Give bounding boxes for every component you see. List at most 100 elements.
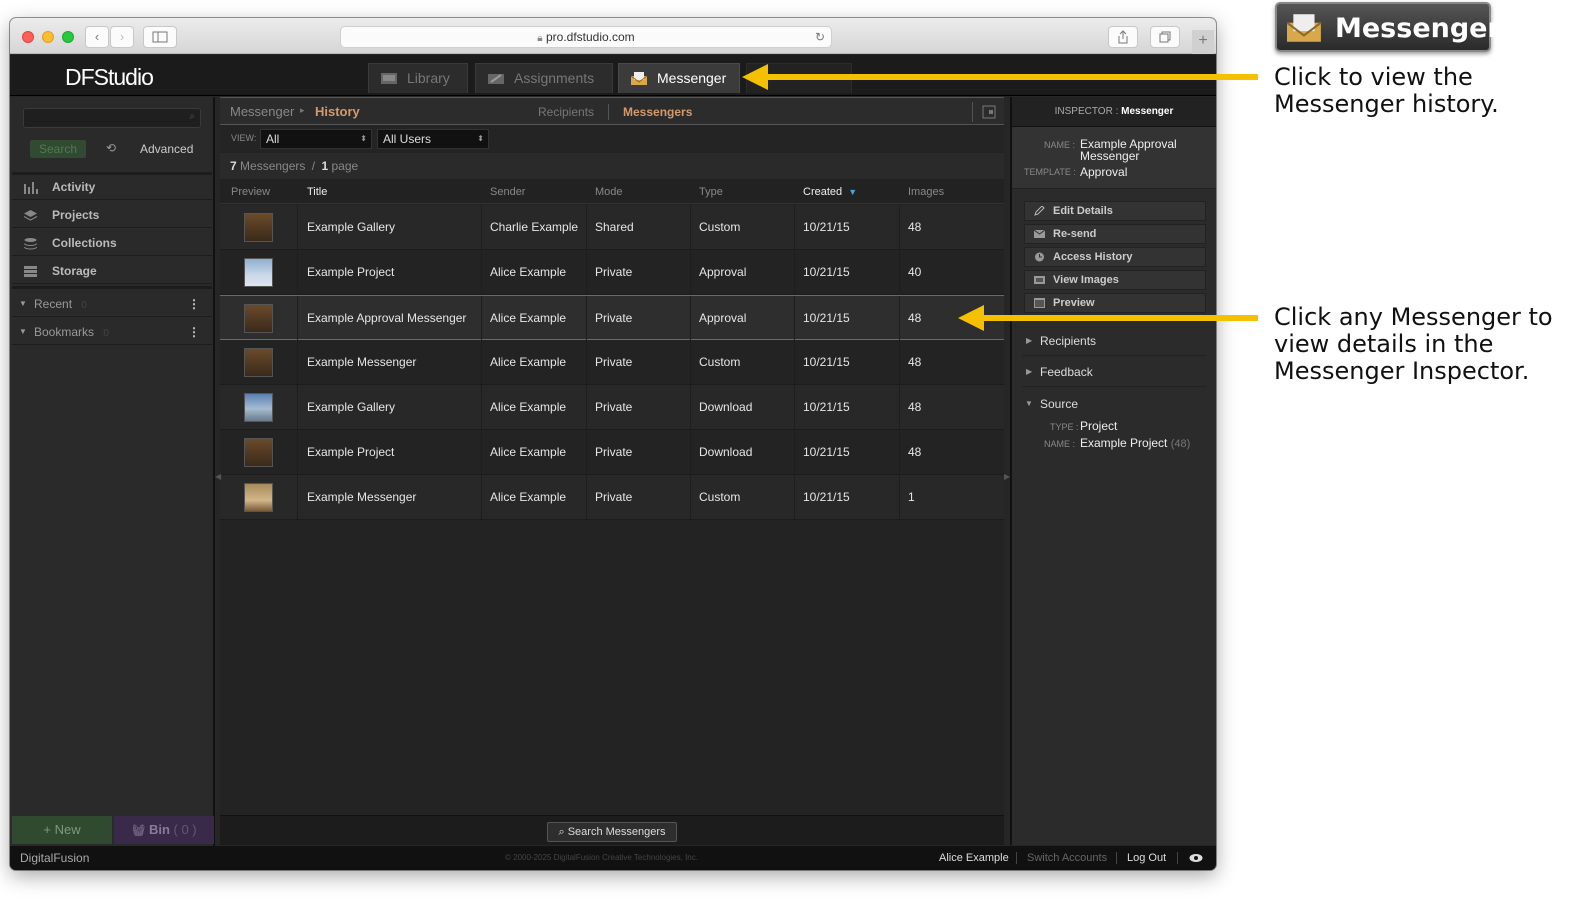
triangle-right-icon: ▶ (1026, 367, 1033, 376)
collections-icon (24, 238, 37, 250)
history-icon[interactable]: ⟲ (106, 141, 116, 155)
table-row[interactable]: Example Project Alice Example Private Downl… (220, 430, 1004, 475)
sidebar-item-collections[interactable]: Collections (12, 230, 212, 256)
column-divider (899, 296, 900, 341)
tab-library[interactable]: Library (368, 63, 468, 93)
bookmarks-section[interactable]: ▼ Bookmarks 0 ⋮ (12, 319, 212, 345)
preview-thumbnail[interactable] (244, 213, 273, 242)
sidebar-search-input[interactable]: ⌕ (23, 108, 201, 128)
tab-messenger[interactable]: Messenger (618, 63, 740, 93)
browser-toolbar: ‹ › 🔒︎ pro.dfstudio.com ↻ + (10, 18, 1216, 54)
column-divider (899, 430, 900, 475)
created-cell: 10/21/15 (803, 220, 850, 234)
feedback-section[interactable]: ▶ Feedback (1022, 357, 1206, 387)
preview-thumbnail[interactable] (244, 438, 273, 467)
preview-thumbnail[interactable] (244, 304, 273, 333)
sidebar-toggle-button[interactable] (143, 26, 177, 48)
tab-messengers[interactable]: Messengers (623, 105, 692, 119)
search-button[interactable]: Search (30, 140, 86, 158)
sidebar-item-activity[interactable]: Activity (12, 174, 212, 200)
new-tab-button[interactable]: + (1192, 30, 1214, 54)
table-row[interactable]: Example Gallery Charlie Example Shared Cust… (220, 205, 1004, 250)
column-sender[interactable]: Sender (490, 180, 525, 204)
access-history-button[interactable]: Access History (1024, 247, 1206, 267)
table-row[interactable]: Example Messenger Alice Example Private Cus… (220, 475, 1004, 520)
panel-collapse-left-handle[interactable]: ◀ (215, 472, 221, 481)
current-user[interactable]: Alice Example (939, 846, 1009, 870)
view-select[interactable]: All ⬍ (260, 129, 372, 149)
users-select[interactable]: All Users ⬍ (377, 129, 489, 149)
preview-thumbnail[interactable] (244, 348, 273, 377)
resend-button[interactable]: Re-send (1024, 224, 1206, 244)
new-button[interactable]: + New (12, 816, 112, 844)
title-cell: Example Project (307, 265, 395, 279)
table-row[interactable]: Example Approval Messenger Alice Example P… (220, 295, 1004, 341)
recipients-section[interactable]: ▶ Recipients (1022, 326, 1206, 356)
column-title[interactable]: Title (307, 180, 327, 204)
page-count: 1 (321, 159, 329, 173)
column-mode[interactable]: Mode (595, 180, 623, 204)
table-row[interactable]: Example Project Alice Example Private Appro… (220, 250, 1004, 295)
bin-count: ( 0 ) (173, 822, 197, 837)
breadcrumb-bar: Messenger ▸ History Recipients Messenger… (220, 97, 1004, 125)
assignments-icon (488, 74, 504, 84)
sidebar-item-label: Activity (52, 180, 96, 194)
back-button[interactable]: ‹ (85, 26, 109, 48)
bin-button[interactable]: 🧺︎ Bin ( 0 ) (114, 816, 214, 844)
column-divider (297, 205, 298, 250)
eye-icon[interactable] (1189, 853, 1203, 863)
preview-thumbnail[interactable] (244, 393, 273, 422)
tabs-icon (1159, 31, 1171, 43)
recent-section[interactable]: ▼ Recent 0 ⋮ (12, 291, 212, 317)
search-icon: ⌕ (558, 826, 565, 838)
column-preview[interactable]: Preview (231, 180, 270, 204)
share-button[interactable] (1108, 26, 1138, 48)
column-images[interactable]: Images (908, 180, 944, 204)
table-row[interactable]: Example Messenger Alice Example Private Cus… (220, 340, 1004, 385)
source-section[interactable]: ▼ Source (1022, 389, 1206, 419)
view-images-button[interactable]: View Images (1024, 270, 1206, 290)
zoom-window-button[interactable] (62, 31, 74, 43)
column-divider (899, 385, 900, 430)
close-window-button[interactable] (22, 31, 34, 43)
expand-panel-icon[interactable] (982, 105, 996, 119)
column-divider (481, 340, 482, 385)
preview-thumbnail[interactable] (244, 483, 273, 512)
search-messengers-button[interactable]: ⌕ Search Messengers (547, 822, 677, 842)
mode-cell: Shared (595, 220, 634, 234)
preview-button[interactable]: Preview (1024, 293, 1206, 313)
column-type[interactable]: Type (699, 180, 723, 204)
bookmarks-label: Bookmarks (34, 325, 95, 339)
recent-label: Recent (34, 297, 73, 311)
forward-button[interactable]: › (110, 26, 134, 48)
inspector-panel: INSPECTOR : Messenger NAME : Example App… (1010, 97, 1216, 845)
filter-bar: VIEW: All ⬍ All Users ⬍ (220, 126, 1004, 152)
panel-collapse-right-handle[interactable]: ▶ (1004, 472, 1010, 481)
edit-details-button[interactable]: Edit Details (1024, 201, 1206, 221)
logout-link[interactable]: Log Out (1127, 846, 1166, 870)
breadcrumb-root[interactable]: Messenger (230, 104, 294, 119)
switch-accounts-link[interactable]: Switch Accounts (1027, 846, 1107, 870)
inspector-header-label: INSPECTOR : (1054, 106, 1119, 117)
more-vertical-icon[interactable]: ⋮ (188, 291, 200, 317)
page-separator: / (311, 159, 316, 173)
minimize-window-button[interactable] (42, 31, 54, 43)
sidebar-item-storage[interactable]: Storage (12, 258, 212, 284)
tab-recipients[interactable]: Recipients (538, 105, 594, 119)
address-bar[interactable]: 🔒︎ pro.dfstudio.com ↻ (340, 26, 832, 48)
column-created[interactable]: Created ▼ (803, 180, 857, 204)
column-divider (586, 250, 587, 295)
recent-count: 0 (81, 300, 87, 311)
tabs-overview-button[interactable] (1150, 26, 1180, 48)
tab-assignments[interactable]: Assignments (475, 63, 613, 93)
reload-icon[interactable]: ↻ (815, 27, 825, 47)
preview-thumbnail[interactable] (244, 258, 273, 287)
sidebar-item-label: Storage (52, 264, 97, 278)
sidebar-item-projects[interactable]: Projects (12, 202, 212, 228)
column-divider (586, 385, 587, 430)
column-divider (690, 296, 691, 341)
advanced-search-link[interactable]: Advanced (140, 142, 193, 156)
source-name-value[interactable]: Example Project (48) (1080, 436, 1190, 450)
table-row[interactable]: Example Gallery Alice Example Private Downl… (220, 385, 1004, 430)
more-vertical-icon[interactable]: ⋮ (188, 319, 200, 345)
